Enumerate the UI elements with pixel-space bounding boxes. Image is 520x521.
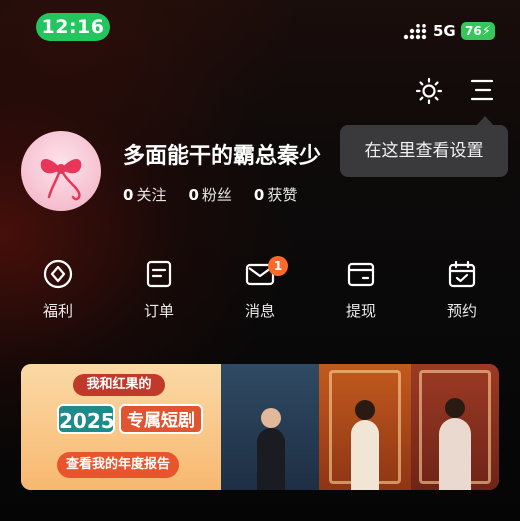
stat-following[interactable]: 0 关注 bbox=[123, 184, 166, 205]
stat-likes[interactable]: 0 获赞 bbox=[254, 184, 297, 205]
shortcut-messages[interactable]: 1 消息 bbox=[210, 256, 310, 321]
avatar[interactable] bbox=[21, 131, 101, 211]
drama-poster-2 bbox=[319, 364, 411, 490]
bow-icon bbox=[40, 159, 82, 201]
stat-followers[interactable]: 0 粉丝 bbox=[188, 184, 231, 205]
gift-diamond-icon bbox=[43, 259, 73, 289]
annual-report-banner[interactable]: 我和红果的 2025 专属短剧 查看我的年度报告 bbox=[21, 364, 499, 490]
banner-title: 专属短剧 bbox=[119, 404, 203, 434]
menu-icon[interactable] bbox=[470, 79, 494, 101]
battery-level: 76 bbox=[465, 24, 482, 38]
drama-poster-1 bbox=[221, 364, 319, 490]
sun-icon[interactable] bbox=[415, 77, 443, 105]
battery-indicator: 76 ⚡ bbox=[461, 22, 495, 40]
status-time: 12:16 bbox=[36, 13, 110, 41]
banner-year: 2025 bbox=[57, 404, 115, 434]
network-type: 5G bbox=[433, 22, 456, 40]
shortcut-withdraw[interactable]: 提现 bbox=[311, 258, 411, 321]
charging-icon: ⚡ bbox=[481, 24, 491, 39]
order-icon bbox=[146, 260, 172, 288]
profile-stats: 0 关注 0 粉丝 0 获赞 bbox=[123, 184, 297, 205]
shortcut-welfare[interactable]: 福利 bbox=[8, 258, 108, 321]
username[interactable]: 多面能干的霸总秦少 bbox=[123, 140, 343, 174]
drama-poster-3 bbox=[411, 364, 499, 490]
shortcut-reservation[interactable]: 预约 bbox=[412, 258, 512, 321]
settings-tooltip: 在这里查看设置 bbox=[340, 125, 508, 177]
calendar-icon bbox=[448, 260, 476, 288]
wallet-icon bbox=[347, 262, 375, 287]
view-annual-report-button[interactable]: 查看我的年度报告 bbox=[57, 452, 179, 478]
shortcut-row: 福利 订单 1 消息 提现 预约 bbox=[8, 256, 512, 321]
shortcut-orders[interactable]: 订单 bbox=[109, 258, 209, 321]
signal-icon bbox=[403, 24, 427, 40]
message-badge: 1 bbox=[268, 256, 288, 276]
banner-top-text: 我和红果的 bbox=[73, 374, 165, 396]
